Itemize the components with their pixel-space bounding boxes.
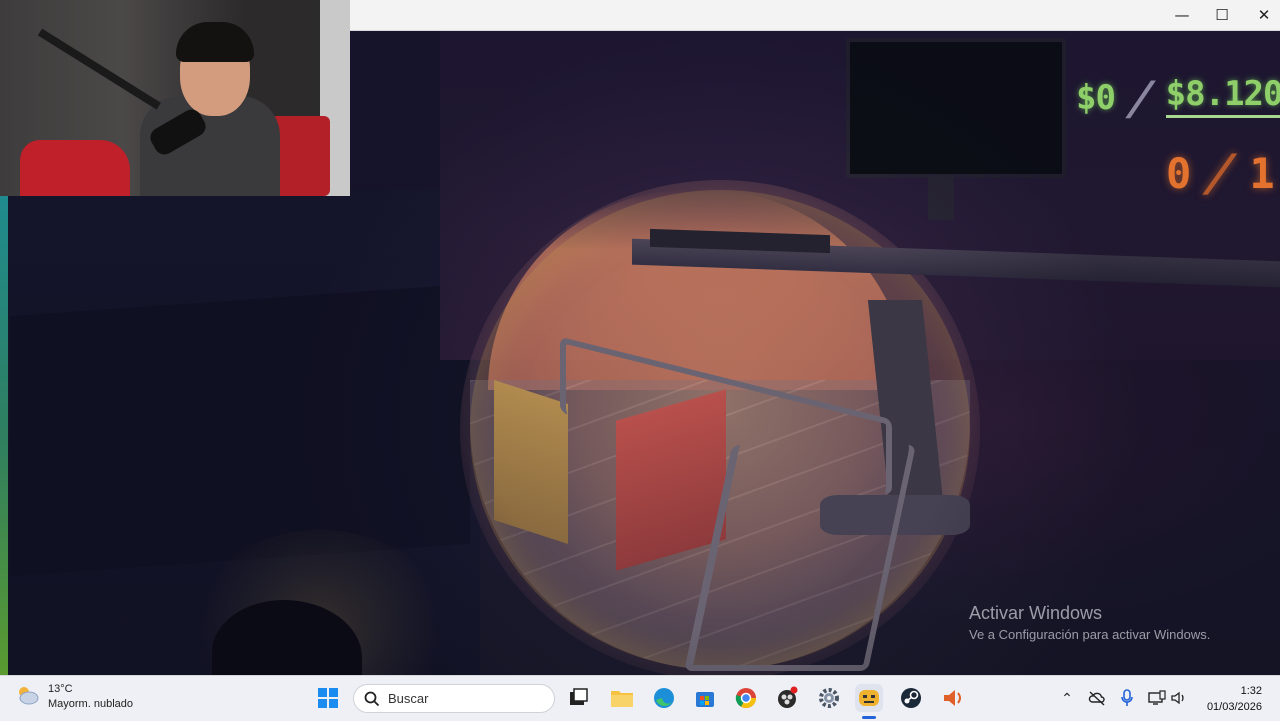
cam-red-cloth — [20, 140, 130, 196]
chrome-icon — [735, 688, 756, 708]
microphone-icon — [1121, 689, 1133, 706]
minimize-button[interactable]: — — [1160, 0, 1204, 30]
maximize-icon: ☐ — [1215, 6, 1229, 24]
task-view-icon — [570, 688, 588, 705]
file-explorer-button[interactable] — [608, 684, 636, 712]
taskbar-search[interactable]: Buscar — [353, 684, 555, 713]
gear-icon — [819, 688, 839, 708]
desktop-wallpaper-edge — [0, 196, 8, 675]
game-app-icon — [859, 690, 879, 706]
window-titlebar[interactable]: — ☐ ✕ — [350, 0, 1280, 31]
chevron-up-icon: ⌃ — [1061, 689, 1073, 706]
objective-separator: / — [1198, 144, 1243, 202]
search-placeholder: Buscar — [388, 691, 429, 706]
active-app-indicator — [862, 716, 876, 719]
streamer-hair — [176, 22, 254, 62]
weather-condition: Mayorm. nublado — [48, 698, 133, 710]
mic-arm — [37, 28, 161, 110]
hud-money: $0 / $8.120 — [1076, 71, 1280, 125]
chrome-button[interactable] — [732, 684, 760, 712]
objective-current: 0 — [1166, 148, 1192, 198]
close-button[interactable]: ✕ — [1242, 0, 1280, 30]
edge-icon — [654, 688, 674, 708]
minimize-icon: — — [1174, 6, 1190, 24]
volume-tray[interactable] — [1170, 689, 1188, 707]
cloud-sync-tray[interactable] — [1088, 689, 1106, 707]
objective-total: 1 — [1249, 148, 1275, 198]
network-tray[interactable] — [1148, 689, 1166, 707]
search-icon — [364, 691, 380, 706]
weather-widget[interactable]: 13°C Mayorm. nublado — [14, 682, 133, 712]
steam-button[interactable] — [897, 684, 925, 712]
obs-button[interactable] — [773, 684, 801, 712]
game-app-button[interactable] — [855, 684, 883, 712]
speaker-app-icon — [944, 690, 961, 706]
weather-temperature: 13°C — [48, 683, 73, 695]
network-icon — [1148, 690, 1166, 705]
steam-icon — [901, 688, 921, 708]
microphone-tray[interactable] — [1118, 689, 1136, 707]
money-separator: / — [1121, 71, 1160, 125]
cloud-sun-icon — [14, 684, 40, 711]
webcam-overlay — [0, 0, 350, 196]
activation-watermark-title: Activar Windows — [969, 603, 1103, 623]
computer-monitor — [846, 38, 1066, 178]
settings-button[interactable] — [815, 684, 843, 712]
volume-icon — [1171, 691, 1184, 705]
clock-time: 1:32 — [1240, 685, 1262, 697]
task-view-button[interactable] — [564, 684, 592, 712]
store-icon — [696, 692, 714, 707]
windows-start-icon — [318, 688, 338, 708]
dark-block — [10, 283, 470, 577]
hud-objective-counter: 0 / 1 — [1166, 144, 1275, 202]
activation-watermark-subtitle: Ve a Configuración para activar Windows. — [969, 627, 1211, 642]
chair-side-panel — [494, 379, 568, 545]
close-icon: ✕ — [1257, 6, 1271, 24]
taskbar-clock[interactable]: 1:32 01/03/2026 — [1196, 683, 1262, 715]
money-target: $8.120 — [1165, 74, 1280, 118]
obs-icon — [778, 686, 798, 708]
audio-app-button[interactable] — [939, 684, 967, 712]
edge-button[interactable] — [650, 684, 678, 712]
cloud-off-icon — [1088, 691, 1105, 706]
money-current: $0 — [1076, 78, 1116, 118]
folder-icon — [611, 691, 633, 707]
maximize-button[interactable]: ☐ — [1200, 0, 1244, 30]
taskbar: 13°C Mayorm. nublado Buscar ⌃ 1:32 01/03… — [0, 675, 1280, 721]
monitor-stand — [928, 176, 954, 220]
start-button[interactable] — [314, 684, 342, 712]
clock-date: 01/03/2026 — [1206, 701, 1262, 713]
tray-overflow-chevron[interactable]: ⌃ — [1058, 689, 1076, 707]
microsoft-store-button[interactable] — [691, 684, 719, 712]
